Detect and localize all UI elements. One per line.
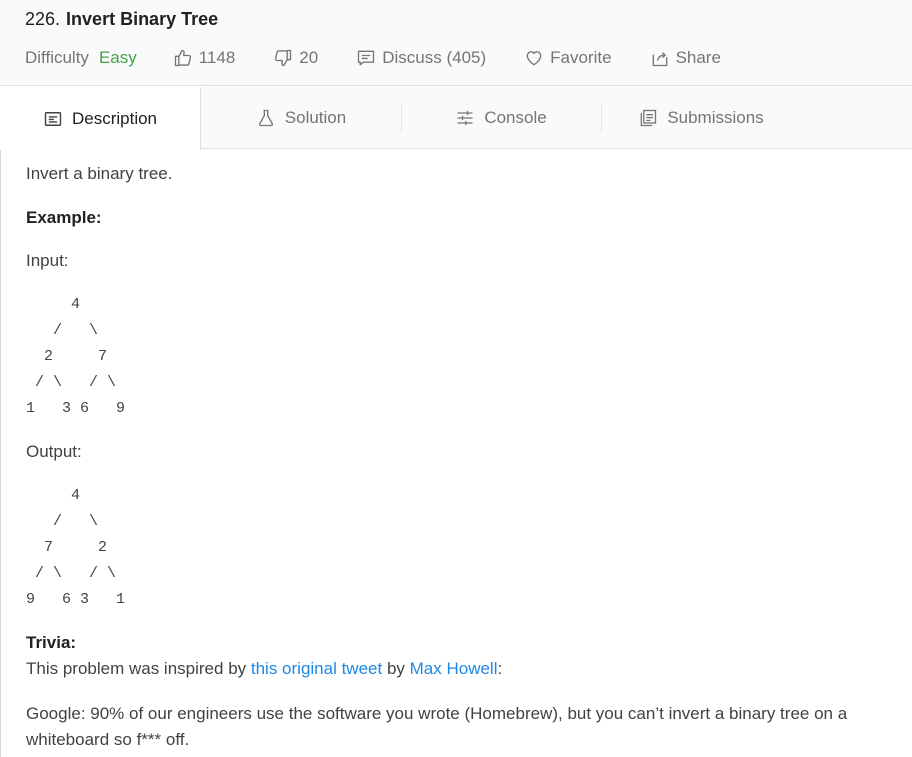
- dislike-button[interactable]: 20: [273, 48, 318, 68]
- like-count: 1148: [198, 48, 236, 67]
- thumbs-up-icon: [174, 49, 191, 67]
- example-heading: Example:: [26, 208, 102, 227]
- trivia-suffix: :: [497, 659, 503, 678]
- submissions-icon: [640, 109, 657, 127]
- tab-description[interactable]: Description: [0, 87, 201, 150]
- tab-solution-label: Solution: [284, 108, 347, 127]
- tab-bar: Description Solution Console Submissions: [0, 87, 912, 150]
- favorite-button[interactable]: Favorite: [524, 48, 612, 68]
- problem-meta: Difficulty Easy 1148 20 Discuss (405) Fa…: [25, 46, 759, 70]
- share-button[interactable]: Share: [650, 48, 721, 68]
- trivia-text: This problem was inspired by this origin…: [26, 659, 502, 679]
- tab-submissions-label: Submissions: [667, 108, 764, 127]
- problem-name: Invert Binary Tree: [66, 9, 219, 29]
- description-icon: [44, 111, 62, 126]
- discuss-label: Discuss (405): [382, 48, 487, 67]
- trivia-heading: Trivia:: [26, 633, 77, 652]
- thumbs-down-icon: [275, 49, 292, 67]
- problem-description: Invert a binary tree. Example: Input: 4 …: [0, 150, 912, 757]
- original-tweet-link[interactable]: this original tweet: [251, 659, 382, 678]
- output-label: Output:: [26, 442, 82, 461]
- problem-number: 226.: [25, 9, 61, 29]
- tab-console-label: Console: [484, 108, 547, 127]
- trivia-quote: Google: 90% of our engineers use the sof…: [26, 704, 848, 749]
- like-button[interactable]: 1148: [173, 48, 236, 68]
- problem-header: 226. Invert Binary Tree Difficulty Easy 1…: [0, 0, 912, 86]
- tab-submissions[interactable]: Submissions: [601, 87, 801, 149]
- tab-solution[interactable]: Solution: [201, 87, 401, 149]
- trivia-prefix: This problem was inspired by: [26, 659, 251, 678]
- problem-title: 226. Invert Binary Tree: [25, 9, 218, 30]
- difficulty-label: Difficulty: [25, 48, 89, 67]
- discuss-button[interactable]: Discuss (405): [356, 48, 486, 68]
- comment-icon: [358, 50, 375, 66]
- trivia-mid: by: [382, 659, 410, 678]
- flask-icon: [258, 109, 273, 127]
- heart-icon: [526, 51, 542, 66]
- tab-description-label: Description: [71, 108, 158, 128]
- tab-console[interactable]: Console: [401, 87, 601, 149]
- dislike-count: 20: [299, 48, 319, 67]
- difficulty-value: Easy: [98, 48, 137, 67]
- max-howell-link[interactable]: Max Howell: [410, 659, 498, 678]
- share-label: Share: [675, 48, 721, 67]
- share-icon: [652, 52, 667, 67]
- input-label: Input:: [26, 251, 69, 270]
- input-tree: 4 / \ 2 7 / \ / \ 1 3 6 9: [26, 296, 126, 417]
- problem-intro: Invert a binary tree.: [26, 164, 173, 183]
- output-tree: 4 / \ 7 2 / \ / \ 9 6 3 1: [26, 487, 126, 608]
- favorite-label: Favorite: [550, 48, 612, 67]
- sliders-icon: [457, 110, 473, 126]
